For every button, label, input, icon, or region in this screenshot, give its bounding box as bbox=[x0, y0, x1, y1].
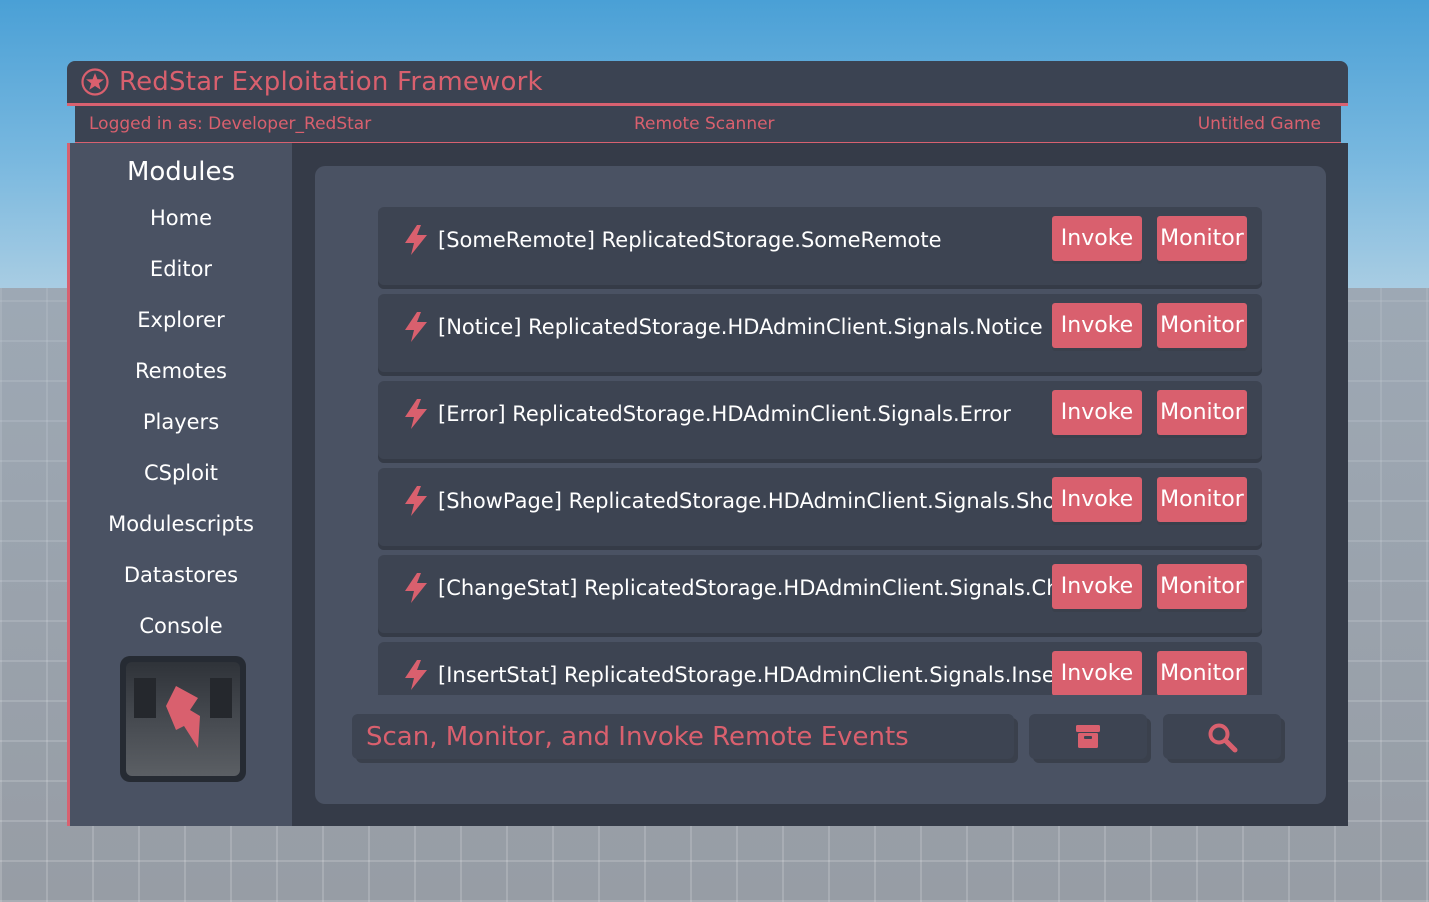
brand-logo-tile bbox=[120, 656, 246, 782]
main-area: [SomeRemote] ReplicatedStorage.SomeRemot… bbox=[292, 143, 1348, 826]
remote-row: [Error] ReplicatedStorage.HDAdminClient.… bbox=[378, 381, 1262, 459]
current-module-label: Remote Scanner bbox=[634, 114, 775, 134]
sidebar-item-console[interactable]: Console bbox=[70, 608, 292, 644]
remote-row: [ChangeStat] ReplicatedStorage.HDAdminCl… bbox=[378, 555, 1262, 633]
modules-sidebar: Modules Home Editor Explorer Remotes Pla… bbox=[67, 143, 292, 826]
remote-path-label: [SomeRemote] ReplicatedStorage.SomeRemot… bbox=[438, 228, 942, 252]
scan-search-input[interactable] bbox=[352, 714, 1014, 759]
monitor-button[interactable]: Monitor bbox=[1157, 303, 1247, 348]
sidebar-item-players[interactable]: Players bbox=[70, 404, 292, 440]
sidebar-item-explorer[interactable]: Explorer bbox=[70, 302, 292, 338]
title-bar[interactable]: RedStar Exploitation Framework bbox=[67, 61, 1348, 106]
archive-button[interactable] bbox=[1029, 714, 1147, 759]
scan-search-field bbox=[352, 714, 1014, 759]
monitor-button[interactable]: Monitor bbox=[1157, 216, 1247, 261]
remote-list[interactable]: [SomeRemote] ReplicatedStorage.SomeRemot… bbox=[378, 207, 1262, 695]
remote-path-label: [Error] ReplicatedStorage.HDAdminClient.… bbox=[438, 402, 1011, 426]
invoke-button[interactable]: Invoke bbox=[1052, 303, 1142, 348]
invoke-button[interactable]: Invoke bbox=[1052, 564, 1142, 609]
status-bar: Logged in as: Developer_RedStar Remote S… bbox=[75, 106, 1341, 144]
star-circle-icon bbox=[81, 68, 109, 96]
lightning-bolt-icon bbox=[405, 399, 427, 429]
sidebar-item-editor[interactable]: Editor bbox=[70, 251, 292, 287]
sidebar-item-csploit[interactable]: CSploit bbox=[70, 455, 292, 491]
monitor-button[interactable]: Monitor bbox=[1157, 477, 1247, 522]
invoke-button[interactable]: Invoke bbox=[1052, 651, 1142, 695]
invoke-button[interactable]: Invoke bbox=[1052, 390, 1142, 435]
monitor-button[interactable]: Monitor bbox=[1157, 390, 1247, 435]
invoke-button[interactable]: Invoke bbox=[1052, 216, 1142, 261]
archive-box-icon bbox=[1076, 725, 1100, 748]
modules-heading: Modules bbox=[126, 157, 236, 187]
lightning-bolt-icon bbox=[405, 660, 427, 690]
monitor-button[interactable]: Monitor bbox=[1157, 651, 1247, 695]
lightning-bolt-icon bbox=[405, 486, 427, 516]
sidebar-item-remotes[interactable]: Remotes bbox=[70, 353, 292, 389]
sidebar-item-datastores[interactable]: Datastores bbox=[70, 557, 292, 593]
game-name: Untitled Game bbox=[1197, 114, 1321, 134]
remote-path-label: [ShowPage] ReplicatedStorage.HDAdminClie… bbox=[438, 489, 1052, 513]
sidebar-item-home[interactable]: Home bbox=[70, 200, 292, 236]
logged-in-user: Logged in as: Developer_RedStar bbox=[89, 114, 372, 134]
remote-path-label: [ChangeStat] ReplicatedStorage.HDAdminCl… bbox=[438, 576, 1052, 600]
app-title: RedStar Exploitation Framework bbox=[119, 67, 543, 97]
remote-row: [Notice] ReplicatedStorage.HDAdminClient… bbox=[378, 294, 1262, 372]
lightning-bolt-icon bbox=[405, 312, 427, 342]
scan-search-button[interactable] bbox=[1163, 714, 1281, 759]
remote-row: [SomeRemote] ReplicatedStorage.SomeRemot… bbox=[378, 207, 1262, 285]
remote-path-label: [Notice] ReplicatedStorage.HDAdminClient… bbox=[438, 315, 1043, 339]
remote-scanner-panel: [SomeRemote] ReplicatedStorage.SomeRemot… bbox=[315, 166, 1326, 804]
monitor-button[interactable]: Monitor bbox=[1157, 564, 1247, 609]
remote-row: [ShowPage] ReplicatedStorage.HDAdminClie… bbox=[378, 468, 1262, 546]
lightning-bolt-icon bbox=[405, 573, 427, 603]
lightning-bolt-icon bbox=[405, 225, 427, 255]
magnifier-icon bbox=[1208, 723, 1238, 753]
remote-row: [InsertStat] ReplicatedStorage.HDAdminCl… bbox=[378, 642, 1262, 695]
sidebar-item-modulescripts[interactable]: Modulescripts bbox=[70, 506, 292, 542]
lightning-logo-icon bbox=[134, 678, 232, 748]
invoke-button[interactable]: Invoke bbox=[1052, 477, 1142, 522]
remote-path-label: [InsertStat] ReplicatedStorage.HDAdminCl… bbox=[438, 663, 1052, 687]
